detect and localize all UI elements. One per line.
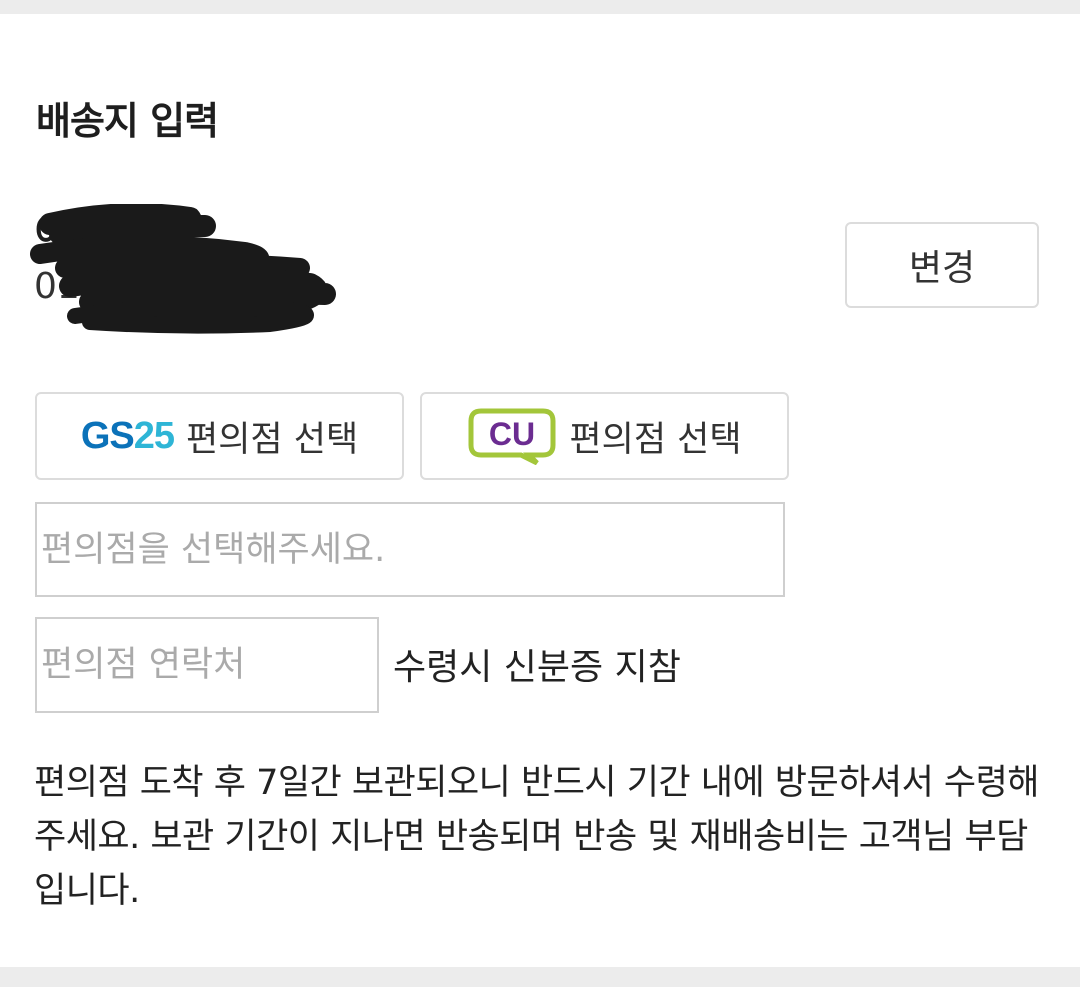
selected-store-field[interactable]	[35, 502, 785, 597]
gs25-store-select-label: 편의점 선택	[186, 419, 359, 460]
delivery-address-card: 배송지 입력 이소라 01 변경 GS25 편의점 선택 CU 편의점 선택 수…	[0, 14, 1080, 967]
gs25-logo-number: 25	[133, 415, 175, 457]
store-contact-field[interactable]	[35, 617, 379, 713]
gs25-logo: GS25	[80, 415, 175, 457]
id-required-note: 수령시 신분증 지참	[393, 647, 681, 688]
change-button[interactable]: 변경	[845, 222, 1039, 308]
cu-store-select-button[interactable]: CU 편의점 선택	[420, 392, 789, 480]
pickup-notice: 편의점 도착 후 7일간 보관되오니 반드시 기간 내에 방문하셔서 수령해주세…	[34, 763, 1040, 911]
gs25-logo-letters: GS	[80, 415, 135, 457]
cu-logo-text: CU	[489, 416, 535, 452]
redaction-scribble	[30, 204, 336, 334]
cu-store-select-label: 편의점 선택	[569, 419, 742, 460]
cu-logo: CU	[468, 408, 556, 465]
gs25-store-select-button[interactable]: GS25 편의점 선택	[35, 392, 404, 480]
section-title: 배송지 입력	[36, 99, 219, 143]
